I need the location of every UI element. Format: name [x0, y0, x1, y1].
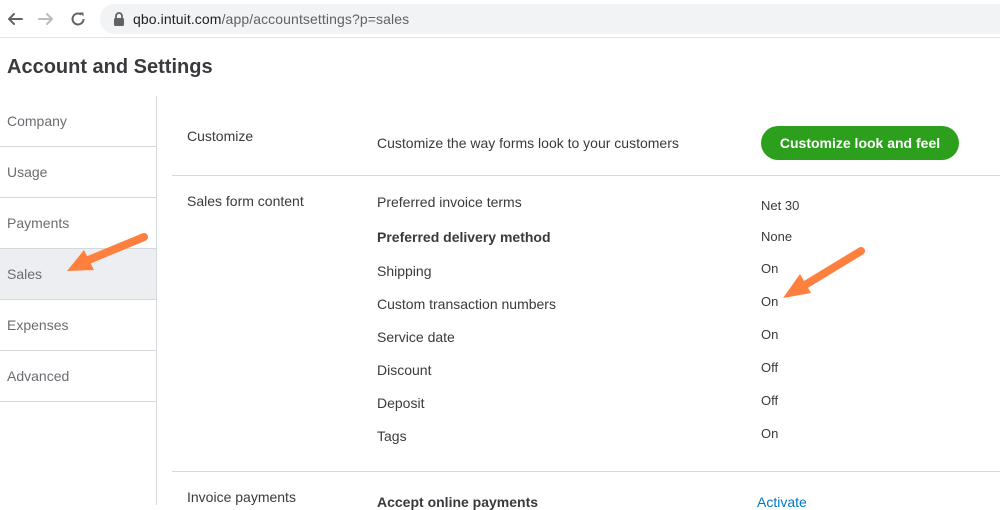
page-title: Account and Settings — [7, 56, 213, 78]
setting-label-accept-online-payments[interactable]: Accept online payments — [377, 494, 538, 510]
address-bar[interactable]: qbo.intuit.com/app/accountsettings?p=sal… — [100, 4, 1000, 34]
setting-value-deposit[interactable]: Off — [761, 393, 778, 408]
sidebar-item-label: Usage — [7, 164, 48, 180]
setting-label-service-date[interactable]: Service date — [377, 329, 455, 345]
sidebar-item-advanced[interactable]: Advanced — [0, 351, 156, 402]
url-path: /app/accountsettings?p=sales — [221, 11, 410, 27]
section-label-customize: Customize — [187, 128, 254, 144]
sidebar-item-sales[interactable]: Sales — [0, 249, 156, 300]
activate-link[interactable]: Activate — [757, 494, 807, 510]
setting-label-deposit[interactable]: Deposit — [377, 395, 424, 411]
sidebar-item-company[interactable]: Company — [0, 96, 156, 147]
sidebar-item-expenses[interactable]: Expenses — [0, 300, 156, 351]
settings-sidebar: Company Usage Payments Sales Expenses Ad… — [0, 96, 157, 505]
sidebar-item-label: Payments — [7, 215, 70, 231]
annotation-arrow-custom-transaction-numbers — [783, 247, 865, 298]
sidebar-item-label: Advanced — [7, 368, 70, 384]
sidebar-item-payments[interactable]: Payments — [0, 198, 156, 249]
setting-label-discount[interactable]: Discount — [377, 362, 431, 378]
setting-label-custom-transaction-numbers[interactable]: Custom transaction numbers — [377, 296, 556, 312]
setting-value-preferred-invoice-terms[interactable]: Net 30 — [761, 198, 799, 213]
reload-icon — [71, 12, 85, 26]
setting-label-tags[interactable]: Tags — [377, 428, 407, 444]
url-text: qbo.intuit.com/app/accountsettings?p=sal… — [133, 11, 409, 27]
sidebar-item-label: Sales — [7, 266, 43, 282]
sidebar-item-label: Expenses — [7, 317, 69, 333]
customize-look-and-feel-button[interactable]: Customize look and feel — [761, 126, 959, 160]
setting-value-service-date[interactable]: On — [761, 327, 778, 342]
customize-description: Customize the way forms look to your cus… — [377, 135, 679, 151]
section-label-sales-form-content: Sales form content — [187, 193, 304, 209]
browser-toolbar: qbo.intuit.com/app/accountsettings?p=sal… — [0, 0, 1000, 38]
setting-label-preferred-invoice-terms[interactable]: Preferred invoice terms — [377, 194, 522, 210]
setting-value-custom-transaction-numbers[interactable]: On — [761, 294, 778, 309]
setting-value-shipping[interactable]: On — [761, 261, 778, 276]
setting-label-preferred-delivery-method[interactable]: Preferred delivery method — [377, 229, 551, 245]
sidebar-item-usage[interactable]: Usage — [0, 147, 156, 198]
arrow-left-icon — [8, 13, 23, 25]
back-button[interactable] — [4, 8, 26, 30]
arrow-right-icon — [38, 13, 53, 25]
reload-button[interactable] — [67, 8, 89, 30]
setting-value-tags[interactable]: On — [761, 426, 778, 441]
section-label-invoice-payments: Invoice payments — [187, 489, 296, 505]
lock-icon — [114, 12, 124, 26]
setting-label-shipping[interactable]: Shipping — [377, 263, 432, 279]
section-divider — [172, 471, 1000, 472]
setting-value-preferred-delivery-method[interactable]: None — [761, 229, 792, 244]
forward-button[interactable] — [35, 8, 57, 30]
url-host: qbo.intuit.com — [133, 11, 222, 27]
section-divider — [172, 175, 1000, 176]
setting-value-discount[interactable]: Off — [761, 360, 778, 375]
sidebar-item-label: Company — [7, 113, 67, 129]
